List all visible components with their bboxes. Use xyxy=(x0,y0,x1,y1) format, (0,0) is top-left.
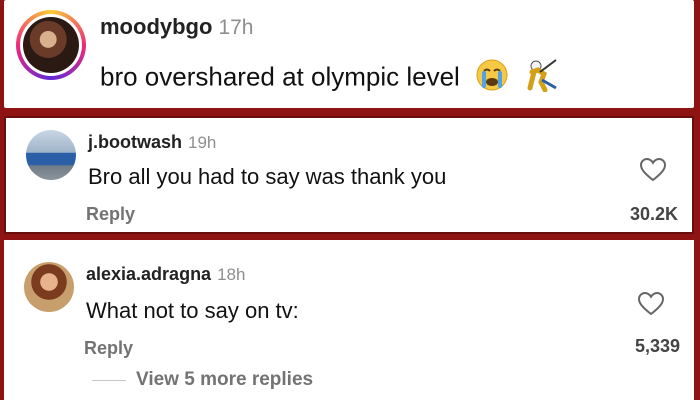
fencing-figure-icon xyxy=(524,58,558,99)
avatar[interactable] xyxy=(24,262,74,312)
reply-button[interactable]: Reply xyxy=(84,338,133,359)
heart-icon[interactable] xyxy=(639,157,667,182)
avatar xyxy=(23,17,79,73)
username[interactable]: j.bootwash xyxy=(88,132,182,152)
timestamp: 17h xyxy=(218,16,254,39)
view-more-replies-button[interactable]: View 5 more replies xyxy=(136,369,313,391)
comment-card: alexia.adragna 18h What not to say on tv:… xyxy=(4,240,694,400)
comment-card: j.bootwash 19h Bro all you had to say was… xyxy=(4,116,694,234)
username[interactable]: moodybgo xyxy=(100,14,212,39)
comment-body: bro overshared at olympic level xyxy=(100,61,460,92)
heart-icon[interactable] xyxy=(637,291,665,316)
timestamp: 18h xyxy=(217,265,246,284)
comment-body: Bro all you had to say was thank you xyxy=(88,164,447,189)
comment-card: moodybgo 17h bro overshared at olympic le… xyxy=(4,0,694,108)
comment-header: moodybgo 17h xyxy=(100,14,253,40)
comment-header: alexia.adragna 18h xyxy=(86,264,245,285)
like-count: 5,339 xyxy=(634,336,680,356)
comment-header: j.bootwash 19h xyxy=(88,132,216,153)
timestamp: 19h xyxy=(188,133,217,152)
avatar[interactable] xyxy=(26,130,76,180)
username[interactable]: alexia.adragna xyxy=(86,264,211,284)
crying-face-icon xyxy=(475,58,509,99)
comment-body: What not to say on tv: xyxy=(86,298,299,323)
comment-text: bro overshared at olympic level xyxy=(100,58,558,99)
avatar-ring-gap xyxy=(20,14,82,76)
avatar-story-ring[interactable] xyxy=(16,10,86,80)
divider xyxy=(92,380,126,381)
like-count: 30.2K xyxy=(629,204,678,224)
reply-button[interactable]: Reply xyxy=(86,204,135,225)
